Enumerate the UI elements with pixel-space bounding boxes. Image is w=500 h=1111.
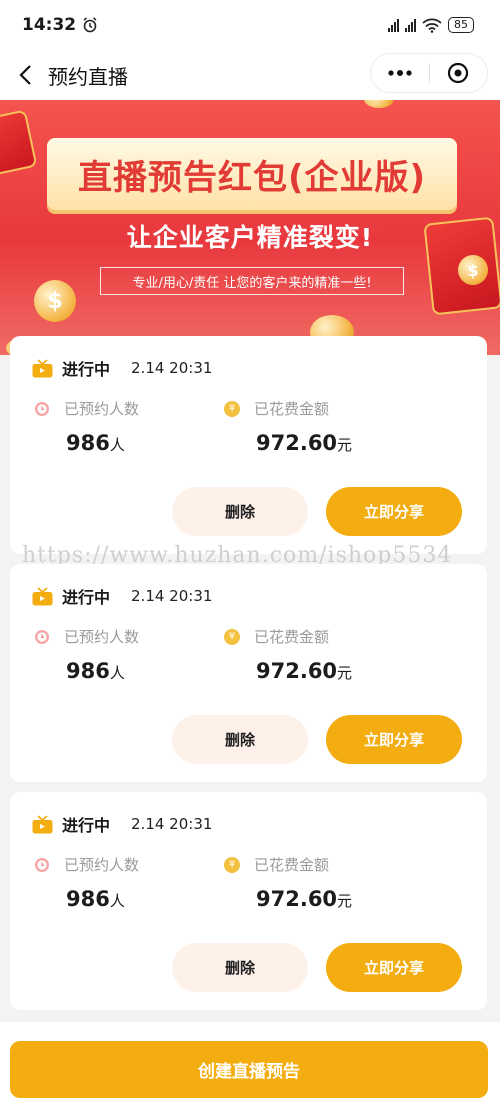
banner-title: 直播预告红包(企业版) xyxy=(77,157,427,198)
tv-icon xyxy=(32,586,53,605)
live-card: 进行中 2.14 20:31 已预约人数 986人 ¥ 已花费金额 972.60… xyxy=(10,336,487,554)
spent-value: 972.60 xyxy=(256,659,338,683)
coin-icon: $ xyxy=(458,255,488,285)
tv-icon xyxy=(32,358,53,377)
live-time: 2.14 20:31 xyxy=(131,359,213,377)
live-status: 进行中 xyxy=(62,360,111,379)
reserved-label-row: 已预约人数 xyxy=(34,398,139,419)
create-live-preview-button[interactable]: 创建直播预告 xyxy=(10,1041,488,1098)
spent-value-row: 972.60元 xyxy=(256,887,352,911)
close-button[interactable] xyxy=(430,54,488,92)
clock-text: 14:32 xyxy=(22,15,77,35)
alarm-icon xyxy=(83,17,97,33)
spent-label: 已花费金额 xyxy=(254,628,330,646)
card-header: 进行中 2.14 20:31 xyxy=(32,356,212,380)
page-title: 预约直播 xyxy=(48,64,128,89)
coin-icon: $ xyxy=(34,280,76,322)
delete-button[interactable]: 删除 xyxy=(172,487,308,536)
reserved-unit: 人 xyxy=(109,892,125,910)
yen-icon: ¥ xyxy=(224,856,240,873)
spent-label-row: ¥ 已花费金额 xyxy=(224,398,352,419)
spent-label-row: ¥ 已花费金额 xyxy=(224,854,352,875)
reserved-stat: 已预约人数 986人 xyxy=(34,398,139,455)
red-envelope-icon xyxy=(0,109,38,177)
coin-icon xyxy=(364,100,394,108)
share-button[interactable]: 立即分享 xyxy=(326,487,462,536)
reserved-value-row: 986人 xyxy=(66,887,139,911)
promo-banner: $ $ 直播预告红包(企业版) 让企业客户精准裂变! 专业/用心/责任 让您的客… xyxy=(0,100,500,355)
target-icon xyxy=(448,62,469,84)
reserved-label: 已预约人数 xyxy=(64,400,140,418)
spent-value-row: 972.60元 xyxy=(256,659,352,683)
spent-stat: ¥ 已花费金额 972.60元 xyxy=(224,398,352,455)
reserved-label-row: 已预约人数 xyxy=(34,626,139,647)
live-card: 进行中 2.14 20:31 已预约人数 986人 ¥ 已花费金额 972.60… xyxy=(10,792,487,1010)
delete-button[interactable]: 删除 xyxy=(172,943,308,992)
signal-icon xyxy=(388,18,399,32)
reserved-value-row: 986人 xyxy=(66,659,139,683)
banner-tagline: 专业/用心/责任 让您的客户来的精准一些! xyxy=(100,267,404,295)
spent-stat: ¥ 已花费金额 972.60元 xyxy=(224,854,352,911)
banner-subtitle: 让企业客户精准裂变! xyxy=(126,223,374,252)
spent-label: 已花费金额 xyxy=(254,856,330,874)
spent-unit: 元 xyxy=(337,664,353,682)
spent-unit: 元 xyxy=(337,892,353,910)
banner-title-plate: 直播预告红包(企业版) xyxy=(47,138,457,210)
live-time: 2.14 20:31 xyxy=(131,587,213,605)
spent-unit: 元 xyxy=(337,436,353,454)
clock-icon xyxy=(35,401,49,416)
bottom-bar: 创建直播预告 xyxy=(0,1022,500,1111)
card-header: 进行中 2.14 20:31 xyxy=(32,584,212,608)
share-button[interactable]: 立即分享 xyxy=(326,715,462,764)
status-indicators: 85 xyxy=(388,17,474,33)
spent-stat: ¥ 已花费金额 972.60元 xyxy=(224,626,352,683)
reserved-unit: 人 xyxy=(109,436,125,454)
live-status: 进行中 xyxy=(62,816,111,835)
clock-icon xyxy=(35,629,49,644)
reserved-value-row: 986人 xyxy=(66,431,139,455)
spent-label-row: ¥ 已花费金额 xyxy=(224,626,352,647)
spent-value-row: 972.60元 xyxy=(256,431,352,455)
reserved-stat: 已预约人数 986人 xyxy=(34,854,139,911)
signal-icon xyxy=(405,18,416,32)
more-button[interactable] xyxy=(371,54,429,92)
clock-icon xyxy=(35,857,49,872)
wifi-icon xyxy=(422,18,442,33)
spent-value: 972.60 xyxy=(256,431,338,455)
reserved-value: 986 xyxy=(66,887,110,911)
back-icon[interactable] xyxy=(18,64,32,86)
reserved-label-row: 已预约人数 xyxy=(34,854,139,875)
spent-label: 已花费金额 xyxy=(254,400,330,418)
reserved-value: 986 xyxy=(66,659,110,683)
live-time: 2.14 20:31 xyxy=(131,815,213,833)
yen-icon: ¥ xyxy=(224,400,240,417)
tv-icon xyxy=(32,814,53,833)
spent-value: 972.60 xyxy=(256,887,338,911)
reserved-label: 已预约人数 xyxy=(64,856,140,874)
live-card: 进行中 2.14 20:31 已预约人数 986人 ¥ 已花费金额 972.60… xyxy=(10,564,487,782)
battery-icon: 85 xyxy=(448,17,474,33)
reserved-unit: 人 xyxy=(109,664,125,682)
nav-bar: 预约直播 xyxy=(0,50,500,100)
share-button[interactable]: 立即分享 xyxy=(326,943,462,992)
card-header: 进行中 2.14 20:31 xyxy=(32,812,212,836)
status-bar: 14:32 85 xyxy=(0,0,500,50)
live-status: 进行中 xyxy=(62,588,111,607)
status-time: 14:32 xyxy=(22,15,98,35)
mini-program-capsule xyxy=(370,53,488,93)
reserved-label: 已预约人数 xyxy=(64,628,140,646)
more-icon xyxy=(388,70,412,76)
delete-button[interactable]: 删除 xyxy=(172,715,308,764)
yen-icon: ¥ xyxy=(224,628,240,645)
reserved-value: 986 xyxy=(66,431,110,455)
reserved-stat: 已预约人数 986人 xyxy=(34,626,139,683)
